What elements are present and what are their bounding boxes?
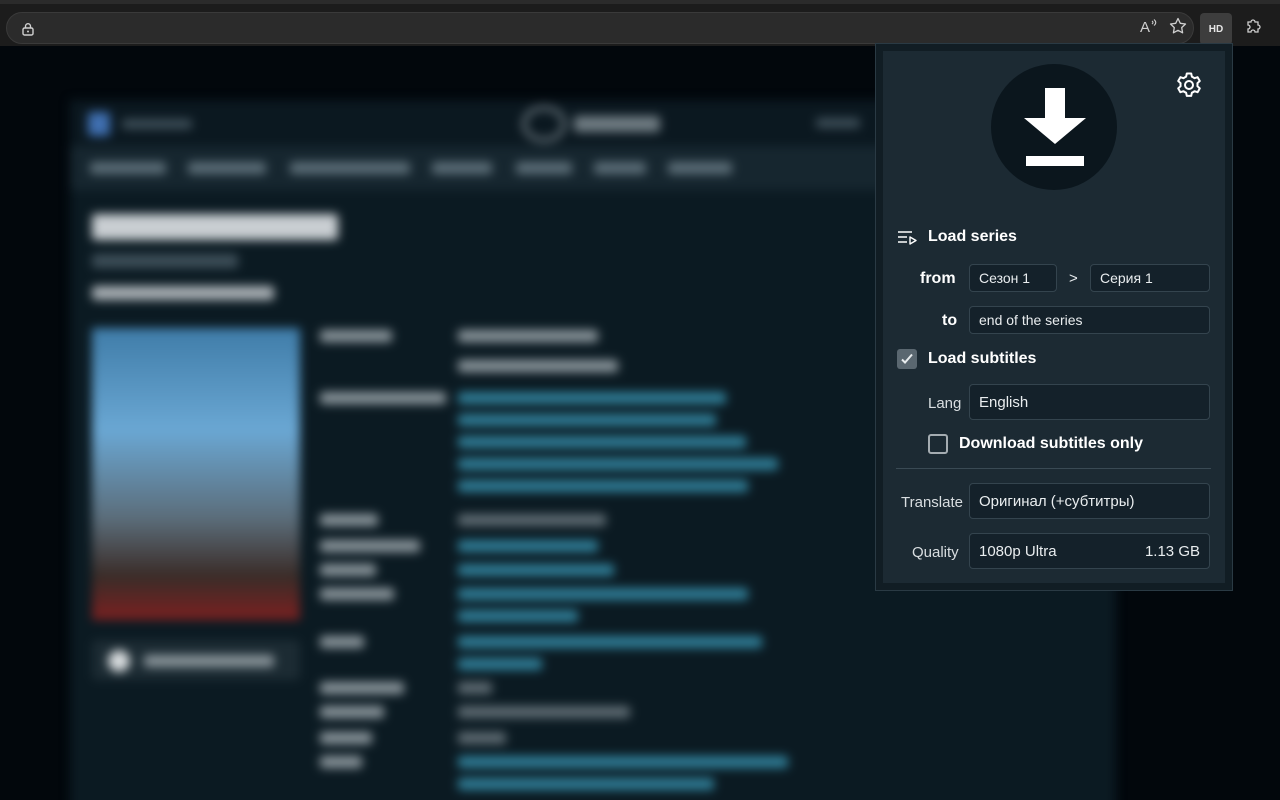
load-subtitles-checkbox[interactable] <box>897 349 917 369</box>
extensions-puzzle-icon[interactable] <box>1243 15 1265 37</box>
from-label: from <box>920 270 956 287</box>
to-select[interactable]: end of the series <box>969 306 1210 334</box>
divider <box>896 468 1211 469</box>
read-aloud-icon[interactable]: A <box>1138 15 1160 37</box>
playlist-icon <box>898 231 917 245</box>
lang-label: Lang <box>928 395 962 412</box>
from-episode-value: Серия 1 <box>1100 270 1153 286</box>
settings-gear-icon[interactable] <box>1174 70 1204 100</box>
download-subtitles-only-checkbox[interactable] <box>928 434 948 454</box>
quality-select[interactable]: 1080p Ultra 1.13 GB <box>969 533 1210 569</box>
checkmark-icon <box>901 353 913 364</box>
hd-extension-label: HD <box>1208 23 1224 35</box>
favorite-star-icon[interactable] <box>1167 15 1189 37</box>
translate-label: Translate <box>901 494 963 511</box>
download-subtitles-only-label: Download subtitles only <box>959 435 1144 452</box>
download-arrow-icon <box>1024 88 1086 166</box>
from-season-select[interactable]: Сезон 1 <box>969 264 1057 292</box>
to-value: end of the series <box>979 312 1083 328</box>
lang-select[interactable]: English <box>969 384 1210 420</box>
svg-text:A: A <box>1140 19 1150 34</box>
trailer-button-blurred <box>92 640 300 680</box>
quality-value: 1080p Ultra <box>979 542 1057 560</box>
poster-image <box>92 328 300 620</box>
quality-size: 1.13 GB <box>1144 542 1200 560</box>
address-bar[interactable] <box>6 12 1194 44</box>
season-episode-separator: > <box>1069 270 1078 287</box>
to-label: to <box>942 312 958 329</box>
from-episode-select[interactable]: Серия 1 <box>1090 264 1210 292</box>
lang-value: English <box>979 393 1029 411</box>
translate-select[interactable]: Оригинал (+субтитры) <box>969 483 1210 519</box>
quality-label: Quality <box>912 544 959 561</box>
load-series-label: Load series <box>928 228 1017 245</box>
load-subtitles-label: Load subtitles <box>928 350 1037 367</box>
translate-value: Оригинал (+субтитры) <box>979 492 1135 510</box>
from-season-value: Сезон 1 <box>979 270 1031 286</box>
hd-extension-button[interactable]: HD <box>1200 13 1232 45</box>
browser-toolbar: A HD <box>0 0 1280 46</box>
lock-icon[interactable] <box>21 22 35 36</box>
